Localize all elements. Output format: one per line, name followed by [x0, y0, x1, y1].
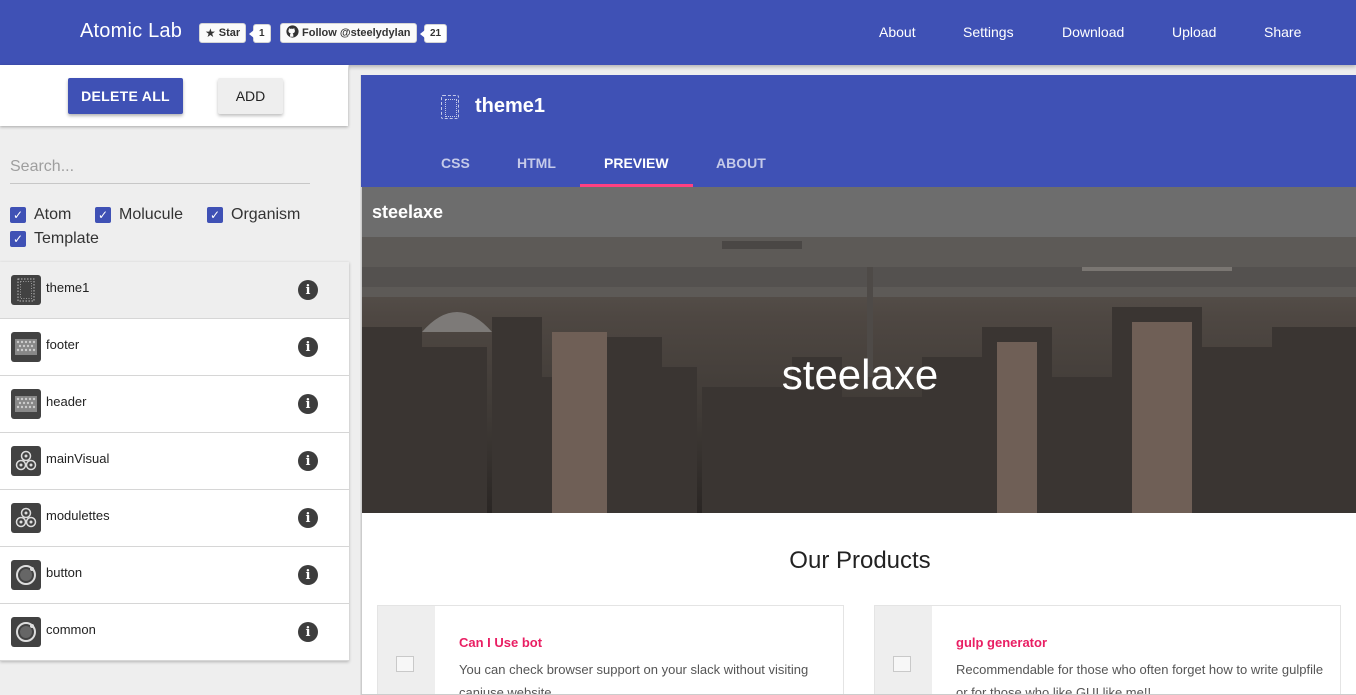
- atom-icon: [11, 617, 41, 647]
- info-icon[interactable]: i: [298, 451, 318, 471]
- list-item-label: theme1: [46, 280, 90, 295]
- github-star-button[interactable]: ★ Star: [199, 23, 247, 43]
- template-icon: [11, 275, 41, 305]
- product-title[interactable]: Can I Use bot: [459, 635, 542, 650]
- checkbox-checked-icon[interactable]: ✓: [10, 231, 26, 247]
- checkbox-checked-icon[interactable]: ✓: [207, 207, 223, 223]
- organism-icon: [11, 332, 41, 362]
- list-item[interactable]: common i: [0, 604, 349, 661]
- molecule-icon: [11, 503, 41, 533]
- preview-site-header: steelaxe: [362, 187, 1356, 237]
- product-card[interactable]: gulp generator Recommendable for those w…: [874, 605, 1341, 695]
- list-item-label: mainVisual: [46, 451, 110, 466]
- editor-header: theme1 CSS HTML PREVIEW ABOUT: [361, 75, 1356, 187]
- filter-template-label: Template: [34, 230, 99, 247]
- nav-settings[interactable]: Settings: [963, 24, 1014, 40]
- broken-image-icon: [396, 656, 414, 672]
- github-follow-button[interactable]: Follow @steelydylan: [280, 23, 417, 43]
- tab-preview[interactable]: PREVIEW: [604, 155, 669, 171]
- github-icon: [286, 25, 299, 41]
- filter-molecule[interactable]: ✓ Molucule: [95, 206, 183, 224]
- filter-atom[interactable]: ✓ Atom: [10, 206, 71, 224]
- tab-html[interactable]: HTML: [517, 155, 556, 171]
- broken-image-icon: [893, 656, 911, 672]
- info-icon[interactable]: i: [298, 280, 318, 300]
- sidebar: DELETE ALL ADD Search... ✓ Atom ✓ Molucu…: [0, 65, 349, 695]
- info-icon[interactable]: i: [298, 565, 318, 585]
- list-item[interactable]: theme1 i: [0, 262, 349, 319]
- list-item-label: common: [46, 622, 96, 637]
- list-item[interactable]: modulettes i: [0, 490, 349, 547]
- nav-share[interactable]: Share: [1264, 24, 1301, 40]
- hero-title: steelaxe: [781, 351, 939, 398]
- molecule-icon: [11, 446, 41, 476]
- search-input[interactable]: Search...: [10, 158, 310, 184]
- atom-icon: [11, 560, 41, 590]
- component-list: theme1 i footer i header i mainVisual i: [0, 262, 349, 661]
- list-item-label: footer: [46, 337, 80, 352]
- product-title[interactable]: gulp generator: [956, 635, 1047, 650]
- app-title[interactable]: Atomic Lab: [80, 20, 182, 43]
- hero-image: steelaxe steelaxe: [362, 187, 1356, 513]
- filter-template[interactable]: ✓ Template: [10, 230, 99, 248]
- nav-download[interactable]: Download: [1062, 24, 1124, 40]
- star-icon: ★: [205, 26, 216, 40]
- app-bar: Atomic Lab ★ Star 1 Follow @steelydylan …: [0, 0, 1356, 65]
- add-button[interactable]: ADD: [218, 78, 283, 114]
- list-item[interactable]: header i: [0, 376, 349, 433]
- checkbox-checked-icon[interactable]: ✓: [10, 207, 26, 223]
- list-item[interactable]: button i: [0, 547, 349, 604]
- product-description: Recommendable for those who often forget…: [956, 662, 1324, 695]
- list-item-label: modulettes: [46, 508, 110, 523]
- delete-all-button[interactable]: DELETE ALL: [68, 78, 183, 114]
- editor-title: theme1: [475, 95, 546, 117]
- product-image: [378, 606, 435, 694]
- nav-upload[interactable]: Upload: [1172, 24, 1216, 40]
- list-item-label: header: [46, 394, 87, 409]
- product-card[interactable]: Can I Use bot You can check browser supp…: [377, 605, 844, 695]
- products-heading: Our Products: [789, 547, 931, 574]
- github-star-label: Star: [218, 27, 241, 39]
- product-description: You can check browser support on your sl…: [459, 662, 809, 695]
- editor-panel: theme1 CSS HTML PREVIEW ABOUT steelaxe s…: [360, 75, 1356, 695]
- info-icon[interactable]: i: [298, 622, 318, 642]
- nav-about[interactable]: About: [879, 24, 916, 40]
- github-star-count[interactable]: 1: [249, 24, 271, 43]
- preview-site-name[interactable]: steelaxe: [372, 202, 443, 223]
- template-icon: [441, 95, 459, 119]
- tab-css[interactable]: CSS: [441, 155, 470, 171]
- github-follow-count[interactable]: 21: [419, 24, 448, 43]
- checkbox-checked-icon[interactable]: ✓: [95, 207, 111, 223]
- list-item[interactable]: mainVisual i: [0, 433, 349, 490]
- filter-organism-label: Organism: [231, 206, 301, 223]
- product-image: [875, 606, 932, 694]
- preview-frame[interactable]: steelaxe steelaxe Our Products Can I Use…: [361, 187, 1356, 695]
- github-follow-label: Follow @steelydylan: [302, 27, 411, 39]
- tab-about[interactable]: ABOUT: [716, 155, 766, 171]
- sidebar-actions: DELETE ALL ADD: [0, 65, 348, 126]
- list-item[interactable]: footer i: [0, 319, 349, 376]
- info-icon[interactable]: i: [298, 394, 318, 414]
- filter-organism[interactable]: ✓ Organism: [207, 206, 300, 224]
- filter-atom-label: Atom: [34, 206, 72, 223]
- info-icon[interactable]: i: [298, 337, 318, 357]
- info-icon[interactable]: i: [298, 508, 318, 528]
- organism-icon: [11, 389, 41, 419]
- list-item-label: button: [46, 565, 83, 580]
- filter-molecule-label: Molucule: [119, 206, 184, 223]
